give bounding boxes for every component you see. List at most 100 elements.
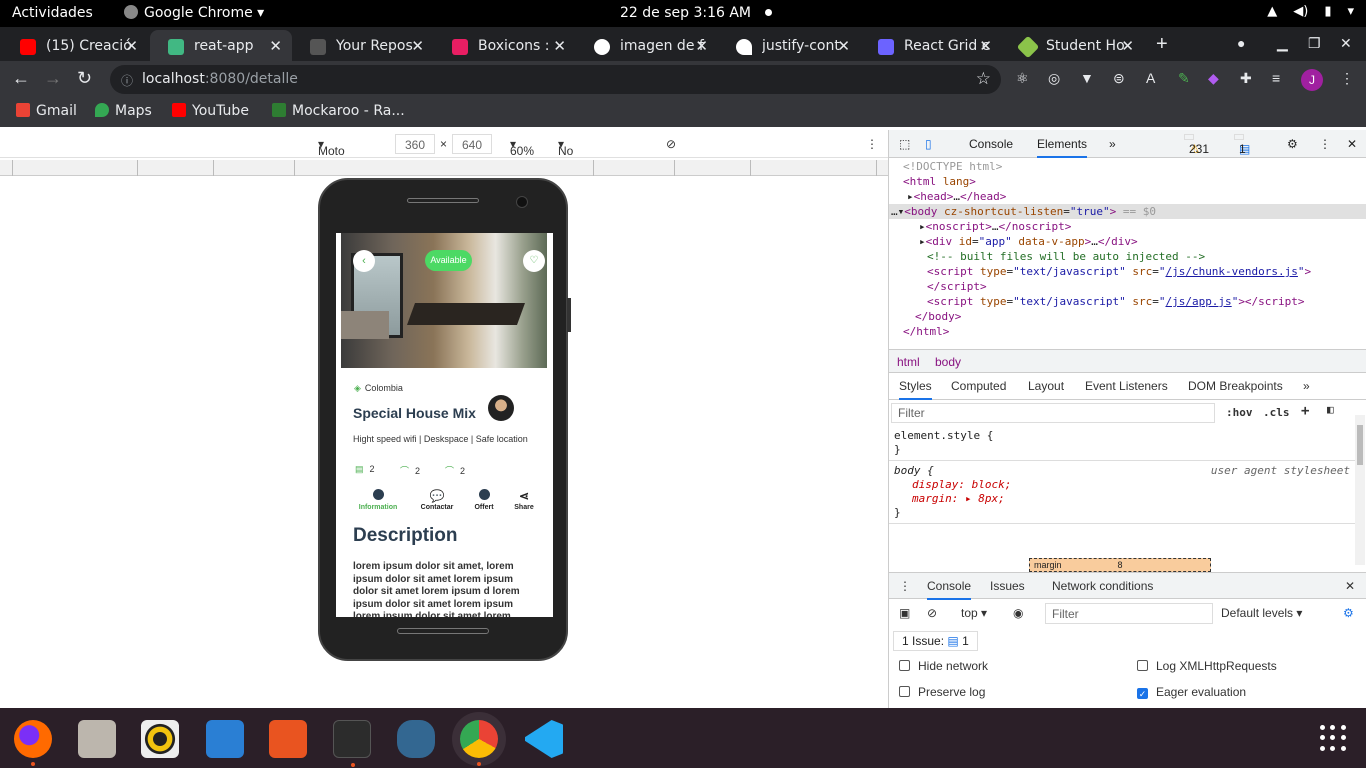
reload-icon[interactable]: ↻	[77, 68, 92, 89]
hov-toggle[interactable]: :hov	[1226, 406, 1253, 419]
close-icon[interactable]: ✕	[979, 37, 992, 55]
close-icon[interactable]: ✕	[269, 37, 282, 55]
browser-tab[interactable]: (15) Creació ✕	[2, 30, 148, 61]
rhythmbox-icon[interactable]	[141, 720, 179, 758]
hide-network-checkbox[interactable]: Hide network	[899, 659, 988, 673]
reading-list-icon[interactable]: ≡	[1272, 70, 1280, 86]
puzzle-icon[interactable]: ✚	[1240, 70, 1252, 87]
vscode-icon[interactable]	[525, 720, 563, 758]
app-menu[interactable]: Google Chrome ▾	[124, 5, 264, 21]
menu-dots-icon[interactable]: ⋮	[1340, 70, 1354, 87]
context-select[interactable]: top ▾	[961, 606, 987, 620]
back-icon[interactable]: ←	[12, 68, 30, 89]
zoom-select[interactable]: 60% ▾	[510, 137, 534, 158]
tab-layout[interactable]: Layout	[1028, 379, 1064, 393]
browser-tab[interactable]: Boxicons : ✕	[434, 30, 576, 61]
tab-console[interactable]: Console	[969, 137, 1013, 151]
software-store-icon[interactable]	[269, 720, 307, 758]
more-tabs-icon[interactable]: »	[1109, 137, 1116, 151]
system-tray[interactable]: ▲ ◀) ▮ ▾	[1267, 4, 1354, 19]
clock[interactable]: 22 de sep 3:16 AM	[620, 5, 773, 21]
browser-tab[interactable]: React Grid c ✕	[860, 30, 1002, 61]
activities-button[interactable]: Actividades	[12, 5, 93, 21]
messages-badge[interactable]: ▤ 1	[1234, 134, 1250, 156]
drawer-tab-network-conditions[interactable]: Network conditions	[1052, 579, 1153, 593]
log-xhr-checkbox[interactable]: Log XMLHttpRequests	[1137, 659, 1277, 673]
information-button[interactable]: Information	[353, 489, 403, 511]
height-input[interactable]: 640	[452, 134, 492, 154]
info-icon[interactable]: ⓘ	[121, 72, 133, 89]
browser-tab[interactable]: Your Repos ✕	[292, 30, 434, 61]
contact-button[interactable]: 💬 Contactar	[412, 489, 462, 511]
close-icon[interactable]: ✕	[553, 37, 566, 55]
sidebar-toggle-icon[interactable]: ▣	[899, 606, 910, 620]
close-icon[interactable]: ✕	[695, 37, 708, 55]
close-icon[interactable]: ✕	[1121, 37, 1134, 55]
firefox-icon[interactable]	[14, 720, 52, 766]
address-bar[interactable]: ⓘ localhost:8080/detalle ☆	[110, 65, 1001, 94]
extension-icon[interactable]: A	[1146, 70, 1155, 86]
files-icon[interactable]	[78, 720, 116, 758]
forward-icon[interactable]: →	[44, 68, 62, 89]
more-options-icon[interactable]: ⋮	[866, 137, 878, 151]
close-icon[interactable]: ✕	[837, 37, 850, 55]
width-input[interactable]: 360	[395, 134, 435, 154]
browser-tab[interactable]: imagen de f ✕	[576, 30, 718, 61]
close-icon[interactable]: ✕	[411, 37, 424, 55]
bookmark-gmail[interactable]: Gmail	[16, 103, 77, 119]
clear-console-icon[interactable]: ⊘	[927, 606, 937, 620]
breadcrumb-body[interactable]: body	[935, 355, 961, 369]
tab-computed[interactable]: Computed	[951, 379, 1006, 393]
inspect-icon[interactable]: ⬚	[899, 137, 910, 151]
media-query-ruler[interactable]	[0, 160, 888, 176]
extension-icon[interactable]: ⊜	[1113, 70, 1125, 87]
body-node[interactable]: …▾<body cz-shortcut-listen="true"> == $0	[889, 204, 1366, 219]
app-div-node[interactable]: ▸<div id="app" data-v-app>…</div>	[889, 234, 1366, 249]
close-drawer-icon[interactable]: ✕	[1345, 579, 1355, 593]
terminal-icon[interactable]	[333, 720, 371, 767]
comment-node[interactable]: <!-- built files will be auto injected -…	[889, 249, 1366, 264]
live-expression-eye-icon[interactable]: ◉	[1013, 606, 1023, 620]
tab-search-icon[interactable]: ●	[1237, 35, 1245, 51]
vue-devtools-icon[interactable]: ▼	[1080, 70, 1094, 86]
drawer-menu-icon[interactable]: ⋮	[899, 579, 911, 593]
browser-tab-active[interactable]: reat-app ✕	[150, 30, 292, 61]
styles-filter-input[interactable]: Filter	[891, 403, 1215, 423]
script-node[interactable]: <script type="text/javascript" src="/js/…	[889, 264, 1366, 279]
device-select[interactable]: Moto G4 ▾	[318, 137, 345, 172]
favorite-button[interactable]: ♡	[523, 250, 545, 272]
styles-scrollbar[interactable]	[1355, 415, 1365, 565]
element-style-rule[interactable]: element.style {}	[889, 426, 1355, 461]
console-filter-input[interactable]: Filter	[1045, 603, 1213, 624]
writer-icon[interactable]	[206, 720, 244, 758]
box-model-margin[interactable]: margin 8	[1029, 558, 1211, 572]
new-tab-button[interactable]: +	[1156, 33, 1168, 56]
minimize-icon[interactable]: ▁	[1277, 35, 1288, 52]
more-tabs-icon[interactable]: »	[1303, 379, 1310, 393]
extension-icon[interactable]: ⚛	[1016, 70, 1029, 87]
tab-elements[interactable]: Elements	[1037, 137, 1088, 158]
tab-dom-breakpoints[interactable]: DOM Breakpoints	[1188, 379, 1283, 393]
close-icon[interactable]: ✕	[125, 37, 138, 55]
device-toggle-icon[interactable]: ▯	[925, 137, 932, 151]
rotate-icon[interactable]: ⊘	[666, 137, 676, 151]
warnings-badge[interactable]: ⚠ 231	[1184, 134, 1209, 156]
browser-tab[interactable]: justify-cont ✕	[718, 30, 860, 61]
bookmark-maps[interactable]: Maps	[95, 103, 152, 119]
devtools-menu-icon[interactable]: ⋮	[1319, 137, 1331, 151]
body-rule[interactable]: body {user agent stylesheet display: bloc…	[889, 461, 1355, 524]
share-button[interactable]: ⋖ Share	[499, 489, 549, 511]
owner-avatar[interactable]	[488, 395, 514, 421]
extension-icon[interactable]: ◎	[1048, 70, 1060, 87]
tab-event-listeners[interactable]: Event Listeners	[1085, 379, 1168, 393]
extension-icon[interactable]: ✎	[1178, 70, 1190, 87]
console-settings-gear-icon[interactable]: ⚙	[1343, 606, 1354, 620]
noscript-node[interactable]: ▸<noscript>…</noscript>	[889, 219, 1366, 234]
add-rule-icon[interactable]: +	[1301, 403, 1309, 419]
log-levels-select[interactable]: Default levels ▾	[1221, 606, 1302, 620]
close-devtools-icon[interactable]: ✕	[1347, 137, 1357, 151]
bookmark-mockaroo[interactable]: Mockaroo - Ra...	[272, 103, 405, 119]
computed-sidebar-icon[interactable]: ◧	[1327, 403, 1334, 416]
eager-evaluation-checkbox[interactable]: ✓ Eager evaluation	[1137, 685, 1246, 699]
script-node[interactable]: <script type="text/javascript" src="/js/…	[889, 294, 1366, 309]
